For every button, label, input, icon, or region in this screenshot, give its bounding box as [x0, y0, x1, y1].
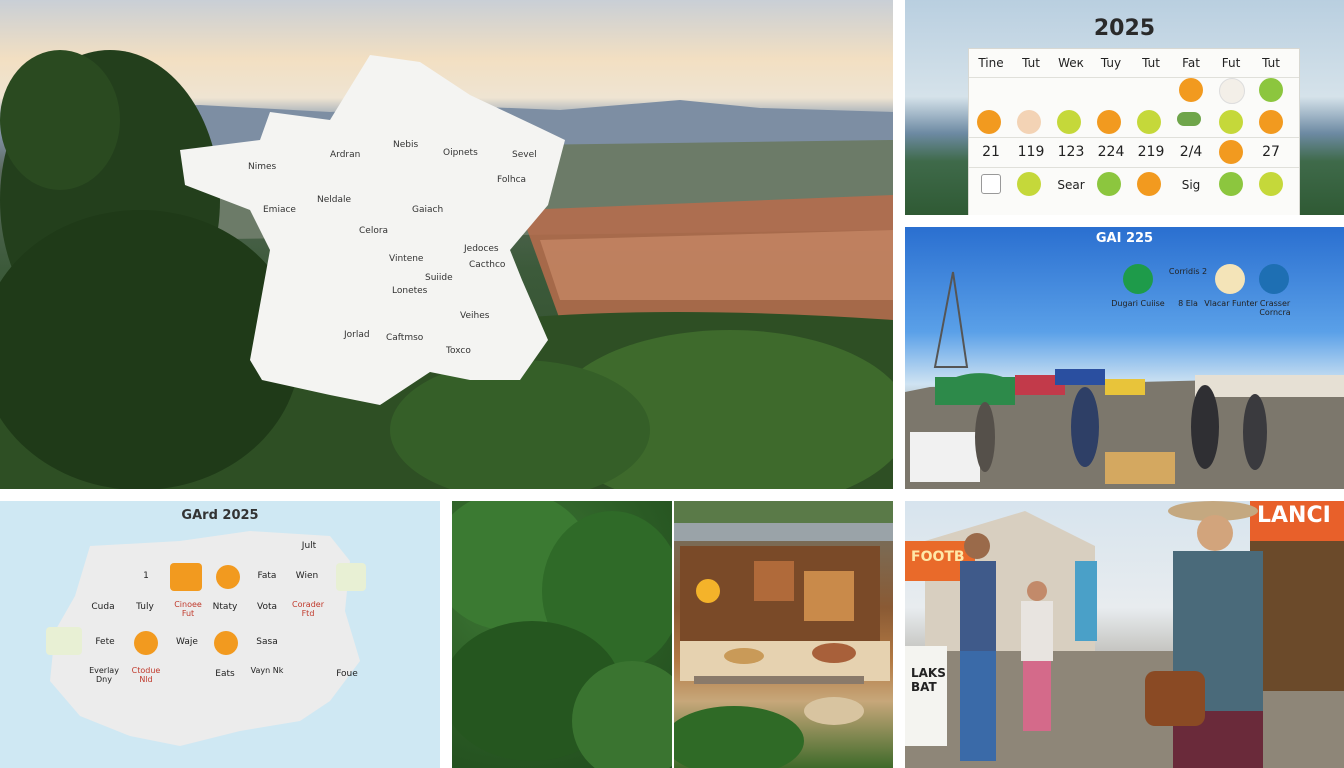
map-label: Jult	[301, 541, 317, 551]
sign-text: FOOTB	[911, 549, 965, 565]
map-label: Fete	[95, 637, 115, 647]
event-icon	[214, 631, 238, 655]
market-photo: GAI 225 Dugari Cuiise Corridis 2 8 Ela V…	[905, 227, 1344, 489]
map-label: Neldale	[317, 195, 352, 205]
landscape-illustration	[0, 50, 893, 489]
map-label: Sevel	[512, 150, 537, 160]
event-icon	[336, 563, 366, 591]
calendar-day: 119	[1017, 144, 1045, 160]
event-icon	[1219, 78, 1245, 104]
stall-illustration	[674, 501, 893, 768]
calendar-day: Sig	[1181, 178, 1201, 192]
event-icon	[1017, 172, 1041, 196]
calendar-day: Sear	[1057, 178, 1085, 192]
map-label: Foue	[336, 669, 358, 679]
map-label: Wien	[295, 571, 319, 581]
calendar-header: Tuy	[1100, 56, 1122, 70]
map-label: Vintene	[389, 254, 424, 264]
event-icon	[1259, 78, 1283, 102]
calendar-title: 2025	[1093, 16, 1156, 41]
event-icon	[1137, 110, 1161, 134]
event-icon	[1179, 78, 1203, 102]
calendar-header: Fut	[1221, 56, 1241, 70]
map-label: Toxco	[446, 346, 471, 356]
event-icon	[46, 627, 82, 655]
map-label: Caftmso	[386, 333, 424, 343]
event-icon	[134, 631, 158, 655]
event-icon	[1219, 110, 1243, 134]
map-label: Ntaty	[212, 602, 238, 612]
map-label: Vayn Nk	[250, 666, 284, 675]
calendar-day: 21	[982, 144, 1000, 160]
calendar-day: 27	[1262, 144, 1280, 160]
event-icon	[1057, 110, 1081, 134]
event-icon	[1137, 172, 1161, 196]
sign-text: LAKS BAT	[911, 666, 946, 694]
map-label: Ardran	[330, 150, 361, 160]
calendar-day: 2/4	[1179, 144, 1203, 160]
calendar-day: 123	[1057, 144, 1085, 160]
forest-illustration	[452, 501, 672, 768]
map-label: Gaiach	[412, 205, 444, 215]
map-label: Lonetes	[392, 286, 428, 296]
map-title: GArd 2025	[181, 508, 259, 523]
map-label: Everlay Dny	[89, 666, 119, 684]
forest-photo	[452, 501, 672, 768]
map-label: Celora	[359, 226, 389, 236]
map-label: Nebis	[393, 140, 419, 150]
map-label: Waje	[176, 637, 198, 647]
map-label: Veihes	[460, 311, 490, 321]
craft-stall-photo	[674, 501, 893, 768]
calendar-header: Tut	[1262, 56, 1280, 70]
landscape-map-photo: Nimes Ardran Nebis Oipnets Sevel Folhca …	[0, 0, 893, 489]
map-label: Oipnets	[443, 148, 478, 158]
map-label: Suiide	[425, 273, 453, 283]
event-icon	[1219, 140, 1243, 164]
map-label: Tuly	[136, 602, 154, 612]
banner-text: LANCI	[1257, 503, 1331, 528]
event-icon	[1097, 110, 1121, 134]
map-label: Cinoee Fut	[174, 600, 202, 618]
map-label: Vota	[256, 602, 277, 612]
calendar-header: Weк	[1058, 56, 1084, 70]
calendar-header: Fat	[1182, 56, 1200, 70]
map-label: Jorlad	[344, 330, 370, 340]
event-icon	[1017, 110, 1041, 134]
event-icon	[1219, 172, 1243, 196]
map-label: Nimes	[248, 162, 277, 172]
event-icon	[216, 565, 240, 589]
event-icon	[1097, 172, 1121, 196]
map-label: Jedoces	[464, 244, 499, 254]
map-label: Folhca	[497, 175, 527, 185]
map-label: Sasa	[256, 637, 278, 647]
map-label: Ctodue Nld	[131, 666, 161, 684]
calendar-header: Tut	[1022, 56, 1040, 70]
calendar-day: 219	[1137, 144, 1165, 160]
map-label: Corader Ftd	[292, 600, 324, 618]
market-people-illustration	[905, 501, 1344, 768]
map-label: Eats	[215, 669, 235, 679]
event-icon	[1259, 110, 1283, 134]
event-icon	[1259, 172, 1283, 196]
market-people-photo: LANCI FOOTB LAKS BAT	[905, 501, 1344, 768]
event-icon	[977, 110, 1001, 134]
calendar-day: 224	[1097, 144, 1125, 160]
map-label: 1	[143, 571, 149, 581]
map-label: Cuda	[91, 602, 115, 612]
map-label: Cacthco	[469, 260, 506, 270]
map-label: Emiace	[263, 205, 296, 215]
calendar-photo: 2025 Tine Tut Weк Tuy Tut Fat Fut Tut 21…	[905, 0, 1344, 215]
market-scene	[905, 271, 1344, 489]
calendar-header: Tut	[1142, 56, 1160, 70]
festival-map: GArd 2025 Jult 1 Fata Wien Cuda Tuly Cin…	[0, 501, 440, 768]
event-icon	[1177, 112, 1201, 126]
event-icon	[981, 174, 1001, 194]
event-icon	[170, 563, 202, 591]
map-label: Fata	[257, 571, 277, 581]
calendar-header: Tine	[978, 56, 1004, 70]
